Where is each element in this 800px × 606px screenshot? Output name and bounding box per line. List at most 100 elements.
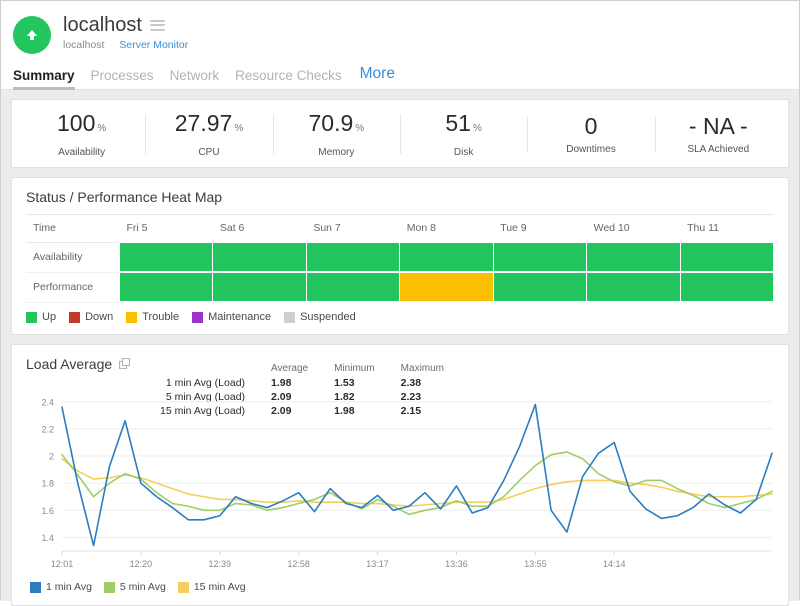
heatmap-legend-item: Maintenance — [192, 311, 271, 323]
heatmap-cell-up[interactable] — [306, 272, 399, 302]
external-link-icon[interactable] — [119, 356, 130, 372]
heatmap-cell-up[interactable] — [680, 272, 773, 302]
heatmap-legend-item: Trouble — [126, 311, 179, 323]
metric-label: Memory — [273, 147, 400, 158]
host-title-line: localhost — [63, 14, 188, 36]
page-title: localhost — [63, 14, 142, 36]
heatmap-legend-label: Suspended — [300, 311, 356, 323]
chart-legend-item[interactable]: 15 min Avg — [178, 581, 246, 593]
heatmap-legend-label: Down — [85, 311, 113, 323]
metric-value: 27.97% — [145, 110, 272, 142]
heatmap-row: Performance — [26, 272, 774, 302]
metric-value: - NA - — [655, 113, 782, 139]
main-content: 100%Availability27.97%CPU70.9%Memory51%D… — [1, 90, 799, 601]
y-axis-tick-label: 2 — [49, 452, 54, 462]
host-info: localhost localhost Server Monitor — [63, 14, 188, 51]
metric-value: 70.9% — [273, 110, 400, 142]
stats-header-average: Average — [245, 363, 308, 376]
heatmap-body: AvailabilityPerformance — [26, 242, 774, 302]
chart-legend-item[interactable]: 5 min Avg — [104, 581, 166, 593]
load-average-card: Load Average Average Minimum Maximum — [11, 344, 789, 606]
heatmap-legend-item: Suspended — [284, 311, 356, 323]
heatmap-cell-up[interactable] — [680, 242, 773, 272]
x-axis-tick-label: 12:20 — [130, 559, 153, 569]
series-line-1-min-avg — [62, 405, 772, 546]
stats-header-maximum: Maximum — [375, 363, 444, 376]
heatmap-cell-trouble[interactable] — [400, 272, 493, 302]
heatmap-col-sat-6: Sat 6 — [213, 215, 306, 243]
tab-processes[interactable]: Processes — [91, 68, 154, 89]
up-arrow-icon — [13, 16, 51, 54]
load-average-title: Load Average — [26, 356, 112, 372]
heatmap-col-fri-5: Fri 5 — [119, 215, 212, 243]
metric-downtimes: 0Downtimes — [527, 113, 654, 155]
metric-disk: 51% Disk — [400, 110, 527, 158]
metric-unit: % — [473, 123, 482, 134]
metric-memory: 70.9% Memory — [273, 110, 400, 158]
chart-svg: 1.41.61.822.22.412:0112:2012:3912:5813:1… — [16, 387, 786, 577]
y-axis-tick-label: 1.4 — [41, 533, 54, 543]
heatmap-legend-item: Down — [69, 311, 113, 323]
breadcrumb-link-server-monitor[interactable]: Server Monitor — [119, 39, 188, 51]
y-axis-tick-label: 2.2 — [41, 424, 54, 434]
heatmap-cell-up[interactable] — [119, 272, 212, 302]
heatmap-cell-up[interactable] — [587, 272, 680, 302]
chart-legend-label: 15 min Avg — [194, 581, 246, 593]
heatmap-cell-up[interactable] — [493, 272, 586, 302]
x-axis-tick-label: 13:55 — [524, 559, 547, 569]
x-axis-tick-label: 14:14 — [603, 559, 626, 569]
metric-value: 51% — [400, 110, 527, 142]
heatmap-legend-label: Maintenance — [208, 311, 271, 323]
legend-swatch-icon — [104, 582, 115, 593]
stats-header-row: Average Minimum Maximum — [160, 363, 444, 376]
stats-header-minimum: Minimum — [308, 363, 375, 376]
legend-swatch-icon — [126, 312, 137, 323]
chart-legend-label: 1 min Avg — [46, 581, 92, 593]
y-axis-tick-label: 1.6 — [41, 506, 54, 516]
y-axis-tick-label: 1.8 — [41, 479, 54, 489]
heatmap-title: Status / Performance Heat Map — [12, 178, 788, 214]
heatmap-cell-up[interactable] — [493, 242, 586, 272]
load-average-plot: 1.41.61.822.22.412:0112:2012:3912:5813:1… — [16, 387, 780, 577]
chart-legend-item[interactable]: 1 min Avg — [30, 581, 92, 593]
metric-availability: 100%Availability — [18, 110, 145, 158]
heatmap-row-label: Availability — [26, 242, 119, 272]
heatmap-cell-up[interactable] — [213, 272, 306, 302]
x-axis-tick-label: 12:01 — [51, 559, 74, 569]
legend-swatch-icon — [69, 312, 80, 323]
legend-swatch-icon — [30, 582, 41, 593]
heatmap-col-tue-9: Tue 9 — [493, 215, 586, 243]
heatmap-table-wrap: TimeFri 5Sat 6Sun 7Mon 8Tue 9Wed 10Thu 1… — [12, 214, 788, 303]
heatmap-legend-label: Up — [42, 311, 56, 323]
heatmap-cell-up[interactable] — [400, 242, 493, 272]
metric-value: 0 — [527, 113, 654, 139]
metric-cpu: 27.97%CPU — [145, 110, 272, 158]
metrics-row: 100%Availability27.97%CPU70.9% Memory51% D… — [12, 100, 788, 167]
page-header: localhost localhost Server Monitor Summa… — [1, 1, 799, 90]
heatmap-col-wed-10: Wed 10 — [587, 215, 680, 243]
heatmap-row-label: Performance — [26, 272, 119, 302]
heatmap-header-row: TimeFri 5Sat 6Sun 7Mon 8Tue 9Wed 10Thu 1… — [26, 215, 774, 243]
tab-resource-checks[interactable]: Resource Checks — [235, 68, 342, 89]
heatmap-row: Availability — [26, 242, 774, 272]
heatmap-legend-item: Up — [26, 311, 56, 323]
metric-value: 100% — [18, 110, 145, 142]
x-axis-tick-label: 12:39 — [209, 559, 232, 569]
heatmap-cell-up[interactable] — [119, 242, 212, 272]
metric-unit: % — [97, 123, 106, 134]
chart-legend: 1 min Avg 5 min Avg 15 min Avg — [12, 577, 788, 597]
legend-swatch-icon — [26, 312, 37, 323]
tab-summary[interactable]: Summary — [13, 68, 75, 89]
heatmap-cell-up[interactable] — [213, 242, 306, 272]
heatmap-col-thu-11: Thu 11 — [680, 215, 773, 243]
metric-unit: % — [355, 123, 364, 134]
metric-label: Disk — [400, 147, 527, 158]
tab-network[interactable]: Network — [170, 68, 220, 89]
heatmap-legend: Up Down Trouble Maintenance Suspended — [12, 303, 788, 334]
metric-unit: % — [234, 123, 243, 134]
heatmap-cell-up[interactable] — [587, 242, 680, 272]
heatmap-cell-up[interactable] — [306, 242, 399, 272]
x-axis-tick-label: 13:36 — [445, 559, 468, 569]
hamburger-icon[interactable] — [150, 20, 165, 31]
tab-more[interactable]: More — [360, 65, 395, 89]
